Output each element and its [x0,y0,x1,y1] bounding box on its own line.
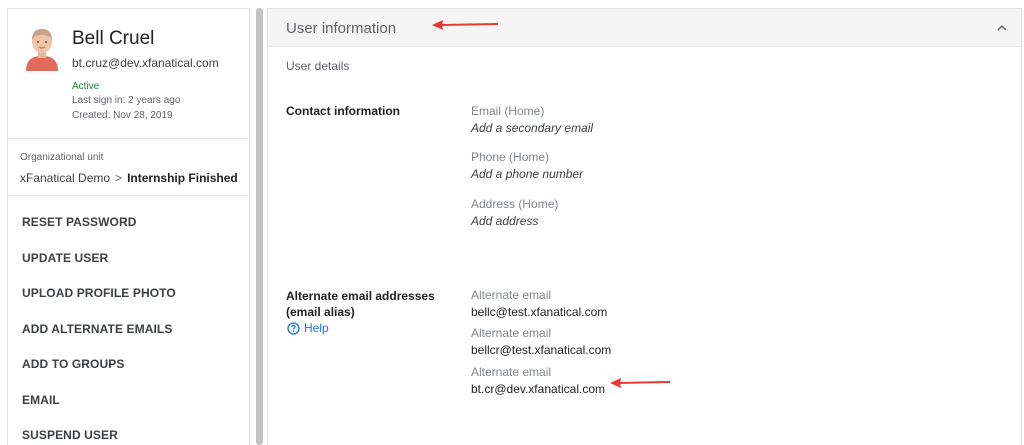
user-summary-card: Bell Cruel bt.cruz@dev.xfanatical.com Ac… [7,8,250,445]
add-alternate-emails-button[interactable]: ADD ALTERNATE EMAILS [8,312,249,348]
add-address-link[interactable]: Add address [471,214,538,228]
profile-section: Bell Cruel bt.cruz@dev.xfanatical.com Ac… [8,9,249,139]
reset-password-button[interactable]: RESET PASSWORD [8,205,249,241]
alternate-email-label: Alternate email [471,326,552,340]
action-list: RESET PASSWORD UPDATE USER UPLOAD PROFIL… [8,205,249,445]
org-unit-label: Organizational unit [20,152,104,163]
contact-information-label: Contact information [286,104,400,118]
upload-profile-photo-button[interactable]: UPLOAD PROFILE PHOTO [8,276,249,312]
org-unit-parent[interactable]: xFanatical Demo [20,171,110,185]
help-label: Help [304,321,329,335]
last-sign-in: Last sign in: 2 years ago [72,95,181,106]
help-circle-icon [287,321,300,335]
chevron-up-icon[interactable] [995,21,1009,35]
user-name: Bell Cruel [72,28,155,49]
phone-home-label: Phone (Home) [471,150,550,164]
alternate-email-label: Alternate email [471,365,552,379]
add-phone-link[interactable]: Add a phone number [471,167,583,181]
status-active: Active [72,81,100,92]
add-to-groups-button[interactable]: ADD TO GROUPS [8,347,249,383]
add-secondary-email-link[interactable]: Add a secondary email [471,121,593,135]
alternate-email-label: Alternate email [471,288,552,302]
help-link[interactable]: Help [287,321,329,335]
user-details-heading: User details [286,59,350,73]
suspend-user-button[interactable]: SUSPEND USER [8,418,249,445]
annotation-arrow-icon [432,20,499,30]
address-home-label: Address (Home) [471,197,559,211]
org-unit-section [8,139,249,196]
alternate-emails-label: Alternate email addresses (email alias) [286,289,435,319]
update-user-button[interactable]: UPDATE USER [8,241,249,277]
panel-title: User information [286,20,397,37]
annotation-arrow-icon [610,378,671,388]
org-unit-path: xFanatical Demo > Internship Finished [20,171,238,185]
org-unit-separator: > [115,171,123,185]
panel-header[interactable]: User information [268,9,1021,47]
created-date: Created: Nov 28, 2019 [72,110,173,121]
scrollbar[interactable] [256,8,263,445]
user-email: bt.cruz@dev.xfanatical.com [72,56,219,70]
avatar [26,29,58,71]
alternate-email-value: bt.cr@dev.xfanatical.com [471,382,606,396]
org-unit-current: Internship Finished [127,171,238,185]
email-button[interactable]: EMAIL [8,383,249,419]
alternate-email-value: bellc@test.xfanatical.com [471,305,608,319]
alternate-email-value: bellcr@test.xfanatical.com [471,343,612,357]
email-home-label: Email (Home) [471,104,545,118]
